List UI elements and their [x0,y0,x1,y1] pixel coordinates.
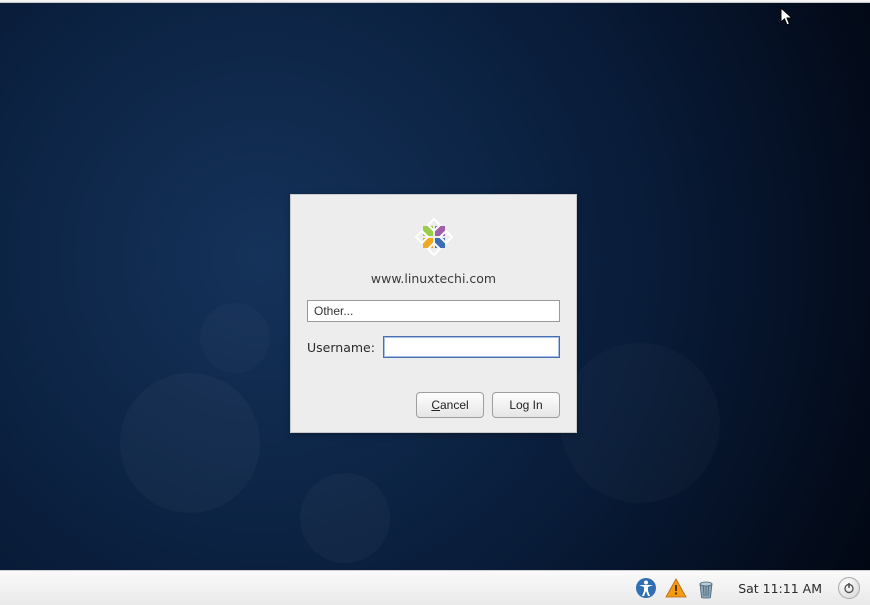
distro-logo [307,213,560,265]
bokeh-decoration [300,473,390,563]
mouse-cursor-icon [780,7,796,27]
accessibility-icon[interactable] [634,576,658,600]
trash-icon[interactable] [694,576,718,600]
bokeh-decoration [560,343,720,503]
power-button[interactable] [838,577,860,599]
button-row: Cancel Log In [307,392,560,418]
cancel-button[interactable]: Cancel [416,392,484,418]
centos-logo-icon [410,213,458,261]
desktop-background: www.linuxtechi.com Username: Cancel Log … [0,3,870,570]
cancel-rest: ancel [440,398,469,412]
hostname-label: www.linuxtechi.com [307,271,560,286]
user-selector-field[interactable] [307,300,560,322]
bokeh-decoration [120,373,260,513]
login-dialog: www.linuxtechi.com Username: Cancel Log … [290,194,577,433]
cancel-mnemonic: C [431,398,440,412]
power-icon [843,582,855,594]
system-tray [634,576,718,600]
username-input[interactable] [383,336,560,358]
username-row: Username: [307,336,560,358]
login-button-label: Log In [509,398,542,412]
username-label: Username: [307,340,375,355]
panel-clock[interactable]: Sat 11:11 AM [738,581,822,596]
bokeh-decoration [200,303,270,373]
bottom-panel: Sat 11:11 AM [0,570,870,605]
login-button[interactable]: Log In [492,392,560,418]
warning-icon[interactable] [664,576,688,600]
